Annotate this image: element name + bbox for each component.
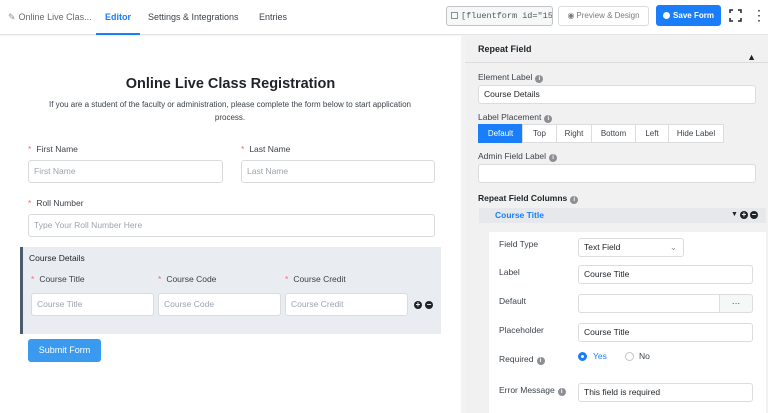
repeat-field-columns-label: Repeat Field Columns i [478, 193, 579, 204]
placement-bottom[interactable]: Bottom [591, 124, 636, 143]
repeat-field-container[interactable]: Course Details * Course Title Course Titl… [20, 247, 441, 334]
form-name-tab[interactable]: ✎ Online Live Clas... [8, 0, 92, 35]
form-title: Online Live Class Registration [125, 76, 336, 92]
save-icon [663, 12, 671, 19]
course-credit-field[interactable]: Course Credit [285, 293, 408, 316]
admin-field-label-label: Admin Field Label i [478, 151, 558, 162]
required-no-radio[interactable] [625, 352, 634, 361]
field-type-label: Field Type [499, 239, 539, 249]
label-placement-label: Label Placement i [478, 112, 553, 123]
default-input[interactable] [578, 294, 720, 313]
form-description: If you are a student of the faculty or a… [49, 100, 411, 122]
column-header-course-title[interactable]: Course Title ▼ + − [479, 208, 766, 223]
pencil-icon: ✎ [8, 12, 16, 22]
caret-down-icon[interactable]: ▼ [731, 211, 738, 218]
tab-entries[interactable]: Entries [259, 0, 287, 35]
placement-right[interactable]: Right [556, 124, 592, 143]
default-options-button[interactable]: ··· [719, 294, 753, 313]
panel-title: Repeat Field [478, 44, 532, 54]
element-label-label: Element Label i [478, 72, 544, 83]
course-credit-label: * Course Credit [285, 274, 346, 284]
placement-hide-label[interactable]: Hide Label [668, 124, 724, 143]
last-name-field[interactable]: Last Name [241, 160, 435, 183]
info-icon: i [557, 388, 566, 396]
required-label: Required i [499, 354, 545, 365]
first-name-label: * First Name [28, 144, 78, 154]
last-name-label: * Last Name [241, 144, 291, 154]
field-type-select[interactable]: Text Field ⌄ [578, 238, 684, 257]
course-title-field[interactable]: Course Title [31, 293, 154, 316]
preview-design-button[interactable]: ◉ Preview & Design [558, 6, 649, 26]
required-no-label[interactable]: No [639, 351, 650, 361]
error-message-input[interactable]: This field is required [578, 383, 753, 402]
info-icon: i [535, 75, 544, 83]
course-title-label: * Course Title [31, 274, 85, 284]
save-form-button[interactable]: Save Form [656, 5, 721, 26]
save-label: Save Form [673, 11, 714, 20]
fullscreen-icon[interactable] [729, 9, 742, 22]
chevron-down-icon: ⌄ [669, 242, 677, 252]
panel-header[interactable]: Repeat Field ▲ [465, 36, 768, 63]
course-code-label: * Course Code [158, 274, 217, 284]
first-name-field[interactable]: First Name [28, 160, 223, 183]
copy-icon [451, 12, 458, 19]
placeholder-label: Placeholder [499, 325, 544, 335]
error-message-label: Error Message i [499, 385, 566, 396]
add-row-icon[interactable]: + [414, 301, 422, 309]
shortcode-copy[interactable]: [fluentform id="156"] [446, 6, 553, 26]
top-bar: ✎ Online Live Clas... Editor Settings & I… [0, 0, 768, 35]
roll-number-label: * Roll Number [28, 198, 84, 208]
more-menu-icon[interactable]: ⋮ [752, 8, 766, 24]
remove-column-icon[interactable]: − [750, 211, 758, 219]
info-icon: i [544, 115, 553, 123]
column-title: Course Title [495, 210, 544, 220]
course-code-field[interactable]: Course Code [158, 293, 281, 316]
form-name: Online Live Clas... [18, 12, 92, 22]
info-icon: i [536, 357, 545, 365]
field-settings-panel: Repeat Field ▲ Element Label i Course Det… [465, 36, 768, 413]
placement-default[interactable]: Default [478, 124, 523, 143]
shortcode-text: [fluentform id="156"] [461, 11, 553, 21]
preview-label: Preview & Design [576, 11, 640, 20]
submit-form-button[interactable]: Submit Form [28, 339, 101, 362]
form-editor-canvas: Online Live Class Registration If you ar… [0, 36, 461, 413]
default-label: Default [499, 296, 526, 306]
roll-number-field[interactable]: Type Your Roll Number Here [28, 214, 435, 237]
eye-icon: ◉ [567, 11, 575, 20]
required-yes-radio[interactable] [578, 352, 587, 361]
column-label-input[interactable]: Course Title [578, 265, 753, 284]
placement-top[interactable]: Top [522, 124, 557, 143]
placement-left[interactable]: Left [635, 124, 669, 143]
repeat-field-label: Course Details [29, 253, 85, 263]
tab-editor[interactable]: Editor [96, 0, 140, 35]
admin-field-label-input[interactable] [478, 164, 756, 183]
add-column-icon[interactable]: + [740, 211, 748, 219]
chevron-up-icon[interactable]: ▲ [747, 44, 756, 71]
column-label-label: Label [499, 267, 520, 277]
remove-row-icon[interactable]: − [425, 301, 433, 309]
info-icon: i [570, 196, 579, 204]
column-settings: Field Type Text Field ⌄ Label Course Tit… [489, 232, 766, 413]
placeholder-input[interactable]: Course Title [578, 323, 753, 342]
element-label-input[interactable]: Course Details [478, 85, 756, 104]
field-type-value: Text Field [584, 242, 621, 252]
required-yes-label[interactable]: Yes [593, 351, 607, 361]
info-icon: i [549, 154, 558, 162]
tab-settings-integrations[interactable]: Settings & Integrations [148, 0, 239, 35]
